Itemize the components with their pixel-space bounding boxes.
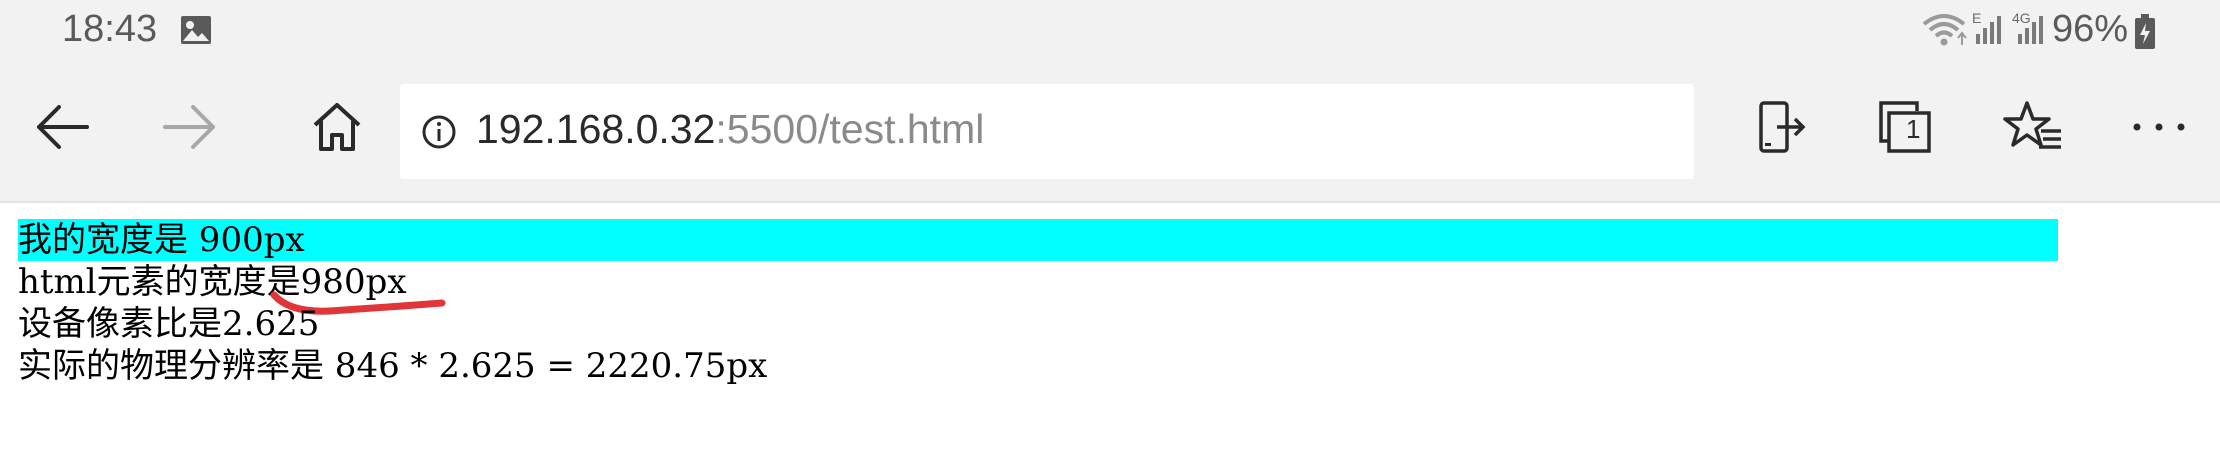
tabs-button[interactable]: 1 bbox=[1870, 92, 1940, 162]
wifi-icon bbox=[1920, 10, 1968, 48]
tab-count: 1 bbox=[1906, 114, 1921, 144]
favorites-button[interactable] bbox=[1998, 92, 2068, 162]
forward-arrow-icon bbox=[163, 105, 215, 149]
home-button[interactable] bbox=[302, 92, 372, 162]
browser-toolbar: 192.168.0.32:5500/test.html 1 bbox=[0, 62, 2220, 203]
back-arrow-icon bbox=[37, 105, 89, 149]
more-options-button[interactable] bbox=[2124, 92, 2194, 162]
battery-charging-icon bbox=[2134, 14, 2156, 50]
info-icon[interactable] bbox=[420, 113, 458, 151]
home-icon bbox=[313, 103, 361, 151]
address-bar[interactable]: 192.168.0.32:5500/test.html bbox=[400, 84, 1694, 179]
url-host: 192.168.0.32 bbox=[476, 106, 716, 152]
clock-time: 18:43 bbox=[62, 8, 158, 50]
forward-button[interactable] bbox=[154, 92, 224, 162]
signal-4g-icon: 4G bbox=[2012, 10, 2052, 48]
gallery-notification-icon bbox=[180, 15, 212, 45]
status-bar: 18:43 E 4G 96% bbox=[0, 0, 2220, 62]
continue-on-pc-icon bbox=[1759, 101, 1806, 153]
tabs-icon bbox=[1879, 101, 1931, 153]
text-line-physical-resolution: 实际的物理分辨率是 846 * 2.625 = 2220.75px bbox=[18, 346, 768, 386]
signal-e-icon: E bbox=[1972, 10, 2012, 48]
url-text[interactable]: 192.168.0.32:5500/test.html bbox=[476, 106, 984, 153]
back-button[interactable] bbox=[28, 92, 98, 162]
text-line-dpr: 设备像素比是2.625 bbox=[18, 304, 320, 344]
web-page-content: 我的宽度是 900px html元素的宽度是980px 设备像素比是2.625 … bbox=[0, 203, 2220, 456]
favorites-star-icon bbox=[2003, 101, 2061, 149]
battery-percent: 96% bbox=[2052, 8, 2129, 50]
url-path: :5500/test.html bbox=[715, 106, 985, 152]
width-900-box bbox=[18, 219, 2058, 261]
share-to-device-button[interactable] bbox=[1744, 92, 1814, 162]
more-dots-icon bbox=[2133, 123, 2185, 131]
text-line-width: 我的宽度是 900px bbox=[18, 220, 305, 260]
